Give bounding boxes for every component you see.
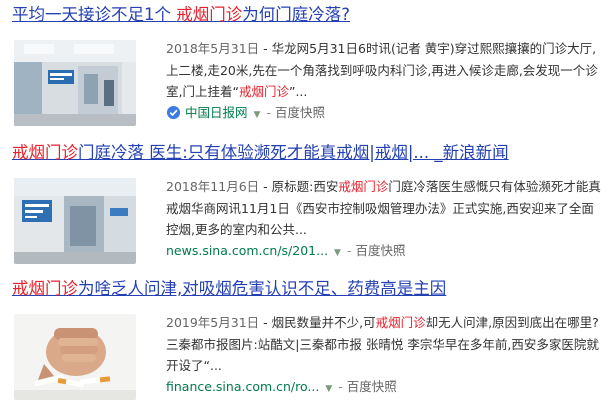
snippet-highlight: 戒烟门诊: [338, 179, 389, 194]
title-highlight: 戒烟门诊: [12, 279, 78, 298]
result-thumbnail[interactable]: [14, 40, 136, 126]
result-date: 2018年11月6日: [166, 179, 260, 194]
result-source-line: finance.sina.com.cn/ro... ▼ - 百度快照: [166, 376, 606, 398]
result-title-link[interactable]: 戒烟门诊为啥乏人问津,对吸烟危害认识不足、药费高是主因: [12, 276, 608, 302]
title-suffix: 为啥乏人问津,对吸烟危害认识不足、药费高是主因: [78, 279, 447, 298]
result-thumbnail[interactable]: [14, 314, 136, 400]
title-suffix: 门庭冷落 医生:只有体验濒死才能真戒烟|戒烟|... _新浪新闻: [78, 143, 509, 162]
result-title-link[interactable]: 戒烟门诊门庭冷落 医生:只有体验濒死才能真戒烟|戒烟|... _新浪新闻: [12, 140, 608, 166]
snippet-highlight: 戒烟门诊: [375, 315, 426, 330]
separator: -: [338, 379, 343, 394]
search-result: 平均一天接诊不足1个 戒烟门诊为何门庭冷落? 2018年5月31日 - 华龙网5…: [12, 2, 608, 126]
title-highlight: 戒烟门诊: [176, 5, 243, 24]
snippet-text: ”...: [288, 84, 308, 99]
source-link[interactable]: news.sina.com.cn/s/201...: [166, 243, 328, 258]
snippet-text: - 烟民数量并不少,可: [259, 315, 376, 330]
snippet-highlight: 戒烟门诊: [238, 84, 289, 99]
chevron-down-icon[interactable]: ▼: [325, 384, 332, 394]
cache-link[interactable]: 百度快照: [355, 243, 405, 258]
cache-link[interactable]: 百度快照: [347, 379, 397, 394]
chevron-down-icon[interactable]: ▼: [334, 248, 341, 258]
cache-link[interactable]: 百度快照: [275, 105, 325, 120]
source-link[interactable]: 中国日报网: [185, 105, 248, 120]
chevron-down-icon[interactable]: ▼: [254, 110, 261, 120]
title-highlight: 戒烟门诊: [12, 143, 78, 162]
title-prefix: 平均一天接诊不足1个: [12, 5, 177, 24]
separator: -: [266, 105, 271, 120]
verified-badge-icon: [166, 105, 181, 120]
search-result: 戒烟门诊为啥乏人问津,对吸烟危害认识不足、药费高是主因 2019年5月31日 -…: [12, 276, 608, 400]
separator: -: [346, 243, 352, 258]
fist-crushing-cigarettes-photo-icon: [14, 314, 136, 400]
result-snippet: 2018年11月6日 - 原标题:西安戒烟门诊门庭冷落医生感慨只有体验濒死才能真…: [166, 176, 606, 240]
result-snippet: 2018年5月31日 - 华龙网5月31日6时讯(记者 黄宇)穿过熙熙攘攘的门诊…: [166, 38, 606, 102]
clinic-hallway-photo-icon: [14, 178, 136, 264]
snippet-text: - 原标题:西安: [259, 179, 339, 194]
result-date: 2019年5月31日: [166, 315, 260, 330]
result-thumbnail[interactable]: [14, 178, 136, 264]
result-snippet: 2019年5月31日 - 烟民数量并不少,可戒烟门诊却无人问津,原因到底出在哪里…: [166, 312, 606, 376]
hospital-corridor-photo-icon: [14, 40, 136, 126]
result-date: 2018年5月31日: [166, 41, 260, 56]
title-suffix: 为何门庭冷落?: [242, 5, 351, 24]
result-source-line: 中国日报网 ▼ - 百度快照: [166, 102, 606, 124]
result-title-link[interactable]: 平均一天接诊不足1个 戒烟门诊为何门庭冷落?: [12, 2, 608, 28]
search-result: 戒烟门诊门庭冷落 医生:只有体验濒死才能真戒烟|戒烟|... _新浪新闻 201…: [12, 140, 608, 264]
source-link[interactable]: finance.sina.com.cn/ro...: [166, 379, 319, 394]
result-source-line: news.sina.com.cn/s/201... ▼ - 百度快照: [166, 240, 606, 262]
